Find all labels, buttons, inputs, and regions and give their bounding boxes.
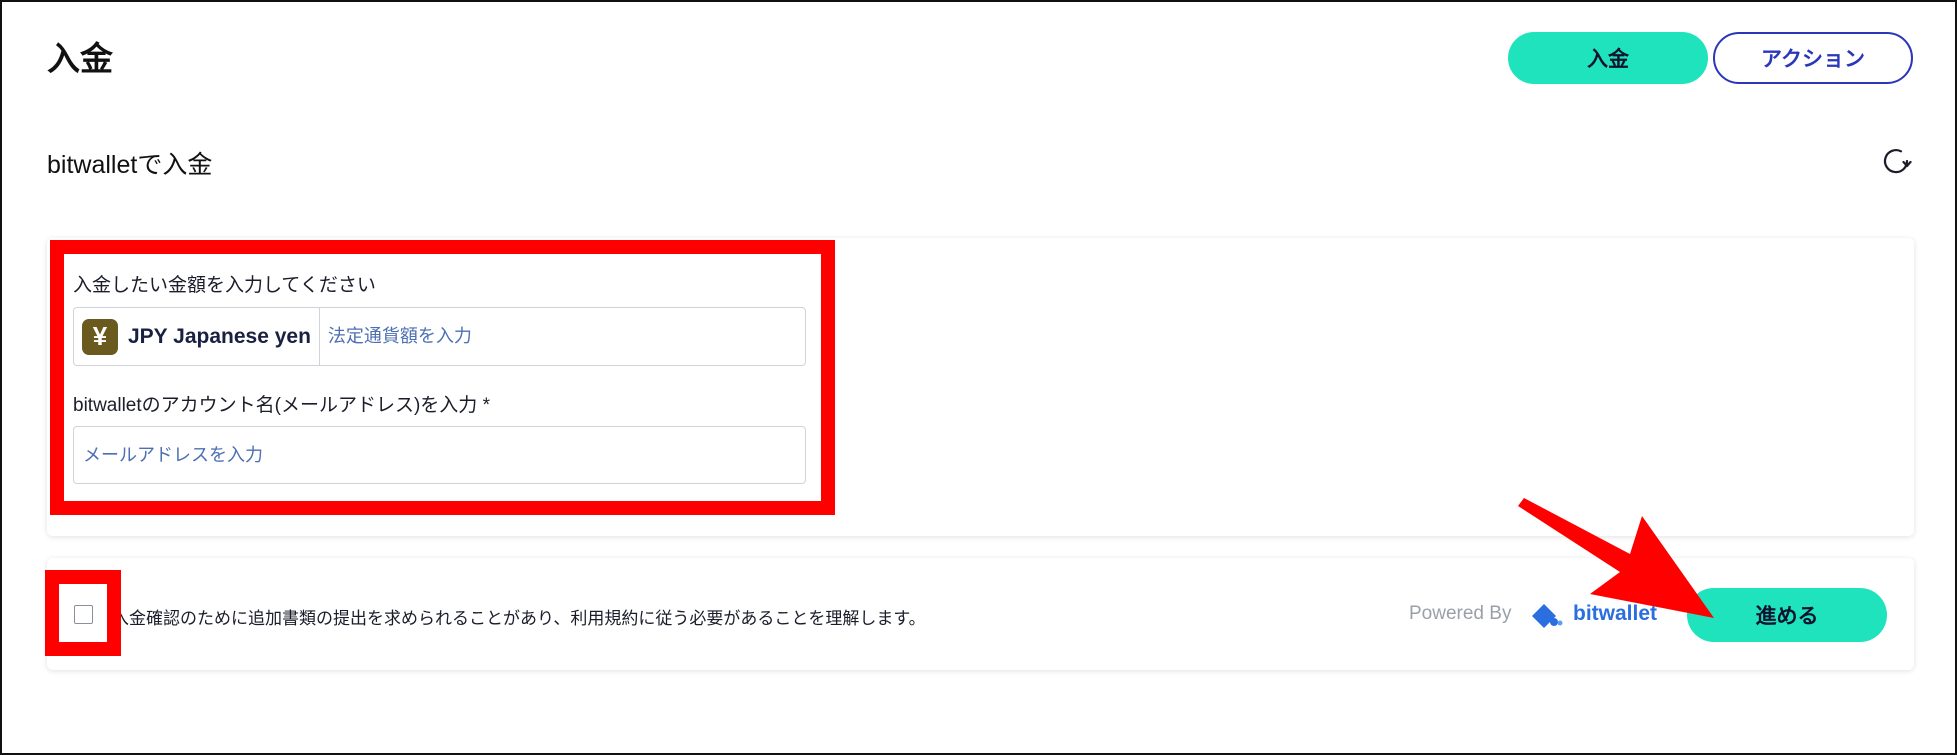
email-input[interactable]: [74, 427, 805, 483]
bitwallet-logo-icon: [1532, 604, 1563, 628]
terms-text: 入金確認のために追加書類の提出を求められることがあり、利用規約に従う必要があるこ…: [112, 609, 926, 628]
amount-input[interactable]: [319, 308, 805, 365]
bitwallet-wordmark: bitwallet: [1573, 602, 1658, 625]
terms-checkbox[interactable]: [74, 605, 93, 624]
action-button[interactable]: アクション: [1713, 32, 1913, 84]
amount-label: 入金したい金額を入力してください: [73, 275, 376, 296]
page-frame: 入金 入金 アクション bitwalletで入金 入金したい金額を入力してくださ…: [0, 0, 1957, 755]
currency-selector[interactable]: ¥ JPY Japanese yen: [74, 308, 320, 365]
deposit-button[interactable]: 入金: [1508, 32, 1708, 84]
amount-field: ¥ JPY Japanese yen: [73, 307, 806, 366]
yen-icon: ¥: [82, 318, 118, 355]
email-label: bitwalletのアカウント名(メールアドレス)を入力 *: [73, 395, 490, 416]
proceed-button[interactable]: 進める: [1687, 588, 1887, 642]
powered-by-label: Powered By: [1409, 603, 1512, 624]
email-field: [73, 426, 806, 484]
refresh-icon[interactable]: [1880, 145, 1912, 177]
section-title: bitwalletで入金: [47, 151, 213, 179]
page-title: 入金: [47, 40, 113, 77]
currency-name: JPY Japanese yen: [128, 324, 311, 348]
